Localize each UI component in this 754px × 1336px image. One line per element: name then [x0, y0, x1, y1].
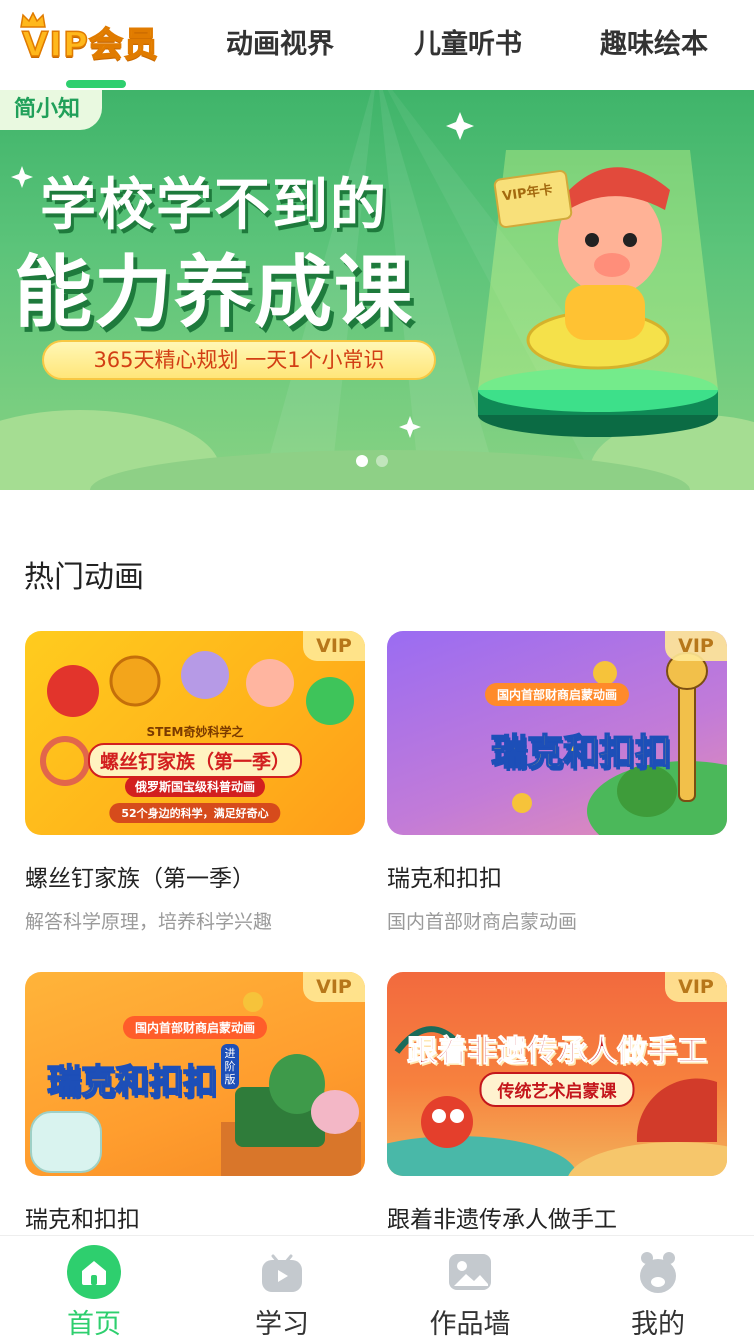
animation-card[interactable]: 国内首部财商启蒙动画 瑞克和扣扣 VIP 瑞克和扣扣 国内首部财商启蒙动画	[387, 631, 727, 933]
card-art-sub: 传统艺术启蒙课	[479, 1072, 635, 1107]
vip-badge: VIP	[665, 631, 727, 661]
vip-badge: VIP	[303, 631, 365, 661]
nav-home[interactable]: 首页	[0, 1236, 188, 1336]
profile-icon	[640, 1252, 676, 1293]
home-icon	[67, 1245, 121, 1299]
tab-vip-member[interactable]: VIP会员	[20, 12, 172, 68]
card-thumbnail: 国内首部财商启蒙动画 瑞克和扣扣 进阶版 VIP	[25, 972, 365, 1176]
card-title: 瑞克和扣扣	[25, 1207, 140, 1233]
bottom-nav: 首页 学习 作品墙 我的	[0, 1235, 754, 1336]
section-title-hot-animation: 热门动画	[24, 560, 144, 595]
tv-icon	[262, 1254, 302, 1292]
promo-banner[interactable]: 简小知 学校学不到的 能力养成课 365天精心规划 一天1个小常识 VIP年卡	[0, 90, 754, 490]
vip-member-label: VIP会员	[21, 24, 159, 66]
nav-study-label: 学习	[255, 1309, 309, 1336]
card-art-main: 瑞克和扣扣	[46, 1061, 218, 1103]
banner-headline-line1: 学校学不到的	[40, 173, 388, 238]
nav-profile[interactable]: 我的	[564, 1236, 752, 1336]
card-art-top: 国内首部财商启蒙动画	[484, 683, 630, 706]
carousel-dots	[356, 452, 396, 471]
picture-icon	[449, 1254, 491, 1290]
vip-badge: VIP	[665, 972, 727, 1002]
tab-picture-books[interactable]: 趣味绘本	[600, 22, 708, 68]
nav-profile-label: 我的	[631, 1309, 685, 1336]
animation-card[interactable]: 国内首部财商启蒙动画 瑞克和扣扣 进阶版 VIP 瑞克和扣扣	[25, 972, 365, 1233]
top-tab-bar: VIP会员 动画视界 儿童听书 趣味绘本	[0, 0, 754, 90]
card-art-main: 瑞克和扣扣	[490, 731, 672, 774]
nav-study[interactable]: 学习	[188, 1236, 376, 1336]
card-art-tag: 进阶版	[221, 1044, 239, 1089]
carousel-dot-active[interactable]	[356, 455, 368, 467]
nav-works-wall-label: 作品墙	[429, 1309, 511, 1336]
card-art-main: 螺丝钉家族（第一季）	[87, 743, 303, 778]
card-thumbnail: STEM奇妙科学之 螺丝钉家族（第一季） 俄罗斯国宝级科普动画 52个身边的科学…	[25, 631, 365, 835]
card-art-top: STEM奇妙科学之	[146, 725, 244, 739]
card-subtitle: 解答科学原理，培养科学兴趣	[25, 911, 273, 933]
card-title: 螺丝钉家族（第一季）	[25, 866, 255, 892]
nav-works-wall[interactable]: 作品墙	[376, 1236, 564, 1336]
banner-subline: 365天精心规划 一天1个小常识	[42, 340, 436, 380]
vip-badge: VIP	[303, 972, 365, 1002]
tab-animation[interactable]: 动画视界	[226, 22, 334, 68]
brand-tag: 简小知	[0, 90, 102, 130]
tab-audiobooks[interactable]: 儿童听书	[414, 22, 522, 68]
animation-card[interactable]: STEM奇妙科学之 螺丝钉家族（第一季） 俄罗斯国宝级科普动画 52个身边的科学…	[25, 631, 365, 933]
nav-home-label: 首页	[67, 1309, 121, 1336]
card-subtitle: 国内首部财商启蒙动画	[387, 911, 578, 933]
card-art-top: 国内首部财商启蒙动画	[122, 1016, 268, 1039]
card-thumbnail: 跟着非遗传承人做手工 传统艺术启蒙课 VIP	[387, 972, 727, 1176]
card-art-main: 跟着非遗传承人做手工	[407, 1034, 708, 1070]
card-art-note: 52个身边的科学，满足好奇心	[109, 803, 281, 823]
active-tab-indicator	[66, 80, 126, 88]
carousel-dot[interactable]	[376, 455, 388, 467]
banner-headline-line2: 能力养成课	[14, 248, 415, 338]
card-art-sub: 俄罗斯国宝级科普动画	[124, 776, 266, 797]
card-thumbnail: 国内首部财商启蒙动画 瑞克和扣扣 VIP	[387, 631, 727, 835]
card-title: 瑞克和扣扣	[387, 866, 502, 892]
card-title: 跟着非遗传承人做手工	[387, 1207, 617, 1233]
animation-card[interactable]: 跟着非遗传承人做手工 传统艺术启蒙课 VIP 跟着非遗传承人做手工	[387, 972, 727, 1233]
crown-icon	[20, 12, 46, 28]
